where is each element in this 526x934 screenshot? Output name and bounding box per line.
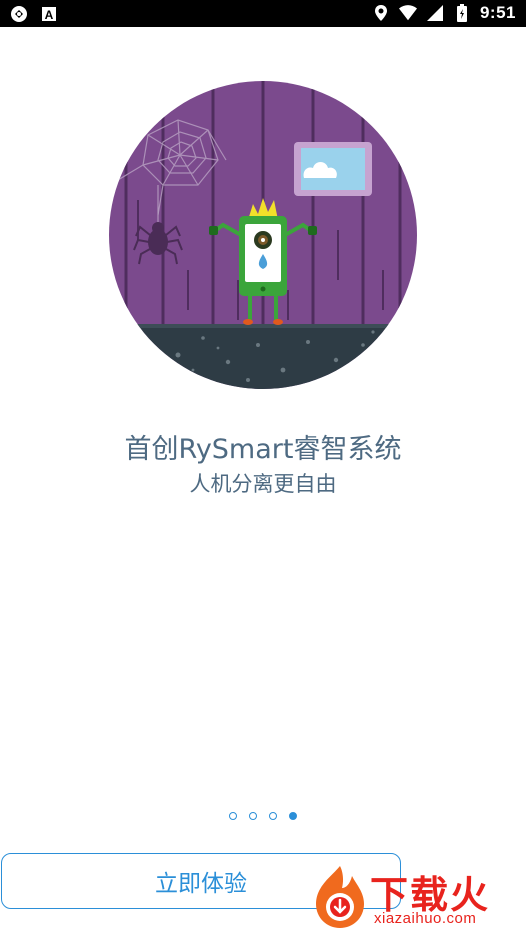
page-dot-4-active[interactable] (289, 812, 297, 820)
sync-icon (10, 5, 28, 23)
page-dot-3[interactable] (269, 812, 277, 820)
signal-icon (426, 4, 444, 22)
a-notification-icon: A (40, 5, 58, 23)
page-dot-1[interactable] (229, 812, 237, 820)
onboarding-title: 首创RySmart睿智系统 (124, 434, 402, 465)
status-bar: A 9:51 (0, 0, 526, 27)
status-time: 9:51 (479, 3, 516, 22)
page-indicator (0, 812, 526, 820)
flame-logo-icon (316, 866, 364, 928)
location-icon (372, 4, 390, 22)
svg-text:A: A (45, 8, 54, 22)
wifi-icon (398, 4, 417, 22)
watermark-logo: 下载火 xiazaihuo.com (310, 862, 522, 930)
onboarding-subtitle: 人机分离更自由 (189, 472, 337, 496)
watermark-url: xiazaihuo.com (374, 910, 477, 927)
battery-icon (453, 4, 471, 22)
page-dot-2[interactable] (249, 812, 257, 820)
onboarding-illustration (108, 80, 418, 390)
onboarding-text: 首创RySmart睿智系统 人机分离更自由 (0, 430, 526, 498)
